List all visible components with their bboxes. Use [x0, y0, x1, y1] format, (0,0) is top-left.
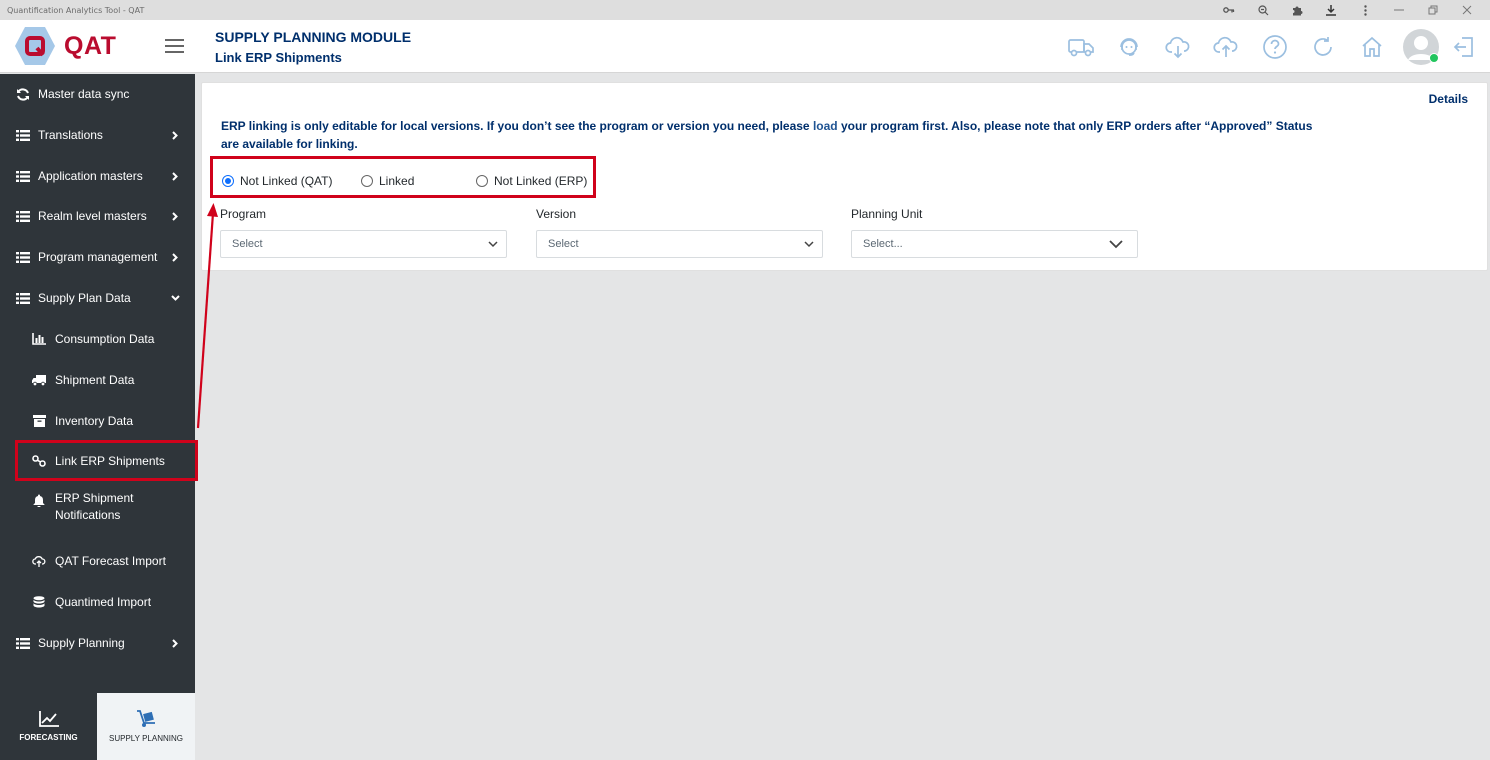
annotation-arrow — [196, 203, 218, 429]
